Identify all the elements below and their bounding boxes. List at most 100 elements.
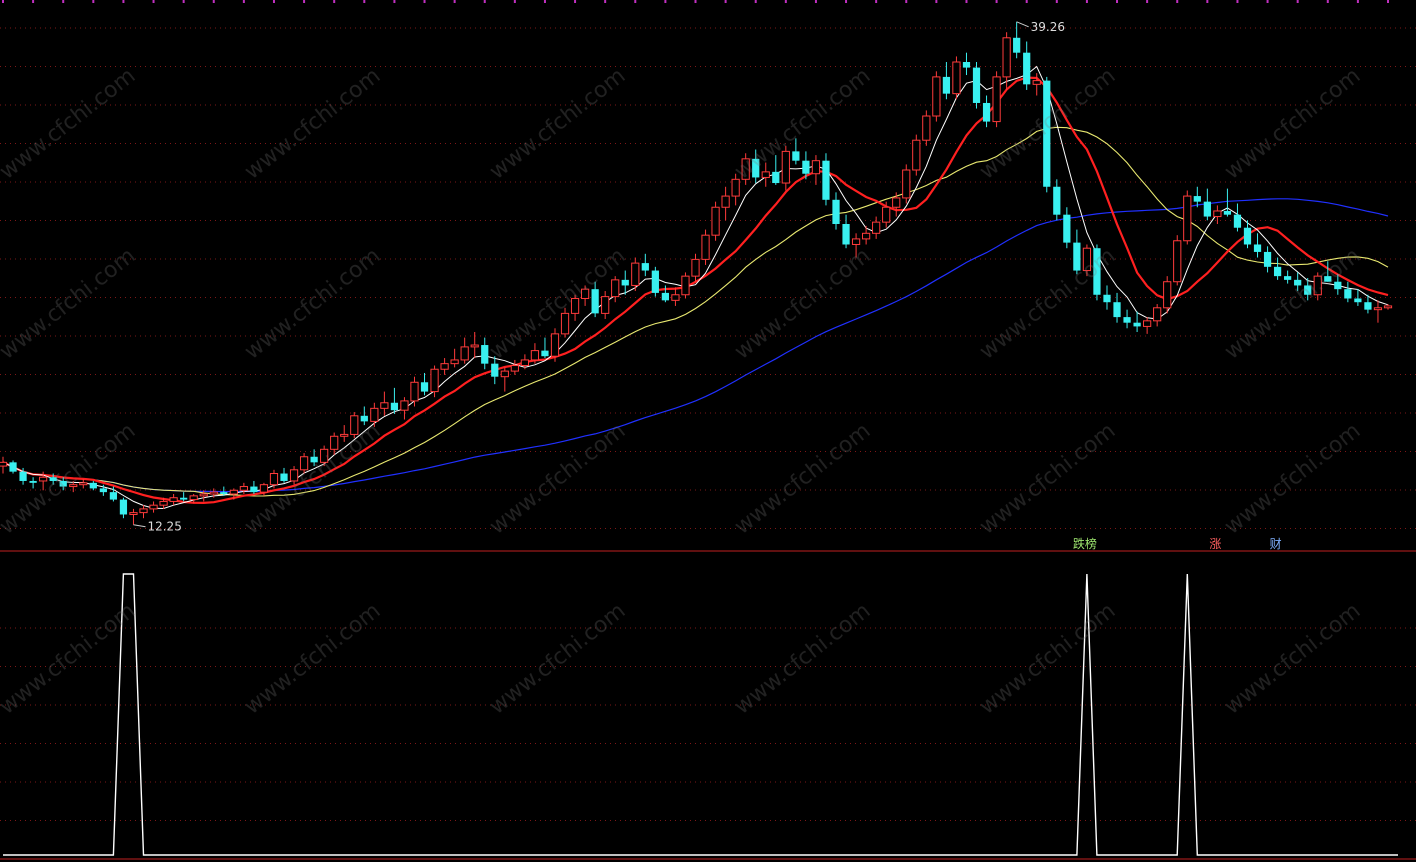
candle	[721, 186, 730, 221]
candle-body	[1143, 320, 1152, 327]
candle	[832, 192, 840, 230]
candle-body	[420, 382, 429, 392]
candle	[491, 356, 499, 385]
candle	[370, 402, 379, 427]
candle	[580, 285, 590, 306]
candle	[560, 307, 570, 338]
candle-body	[671, 294, 680, 301]
candle-body	[1223, 210, 1232, 215]
candle-body	[289, 469, 299, 482]
candle	[1073, 229, 1081, 275]
candle-body	[601, 296, 610, 314]
candle	[1294, 272, 1302, 292]
candle	[972, 62, 981, 109]
candle	[792, 138, 800, 165]
candle-body	[1063, 214, 1071, 243]
candle	[1023, 41, 1031, 90]
candle	[842, 214, 850, 249]
grid-lines	[0, 0, 1416, 860]
signal-label: 涨	[1209, 536, 1221, 551]
candle-body	[661, 292, 670, 301]
candle	[1002, 32, 1011, 90]
candle-body	[1103, 294, 1111, 303]
candle-body	[560, 312, 570, 335]
candle	[79, 479, 88, 489]
high-pointer	[1016, 21, 1029, 28]
candle	[862, 225, 871, 245]
candle	[741, 153, 750, 185]
candle-body	[721, 195, 730, 208]
candle-body	[390, 402, 399, 411]
high-price-label: 39.26	[1031, 20, 1065, 34]
candle-body	[1253, 244, 1262, 252]
candle-body	[189, 495, 198, 501]
candle	[129, 508, 138, 525]
candle-body	[591, 289, 599, 314]
candle-body	[229, 489, 238, 495]
candle-body	[1002, 37, 1011, 78]
candle-body	[811, 160, 821, 175]
candle	[310, 449, 318, 467]
candle-body	[89, 482, 97, 489]
candle-body	[1123, 317, 1131, 323]
candle-body	[641, 263, 649, 271]
candle	[1344, 281, 1352, 303]
candle-body	[209, 491, 218, 495]
candle-body	[139, 508, 148, 514]
candle-body	[299, 456, 309, 471]
candle	[0, 456, 8, 474]
candle-body	[1284, 276, 1292, 280]
candle-body	[69, 484, 78, 488]
candle	[761, 162, 770, 187]
candle-body	[269, 473, 279, 486]
signal-indicator-panel: 跌榜 涨 财	[3, 536, 1398, 856]
candle-body	[792, 151, 800, 161]
candle	[350, 412, 359, 439]
candle	[601, 291, 610, 319]
candle	[711, 201, 720, 241]
candle	[420, 372, 429, 396]
candle-body	[149, 504, 158, 510]
candle	[772, 155, 780, 185]
candle-body	[1023, 52, 1031, 85]
candle-body	[330, 435, 339, 450]
candle	[1123, 309, 1131, 329]
candle	[119, 497, 128, 519]
candle-body	[1032, 80, 1041, 85]
candle-body	[370, 407, 379, 422]
candle-body	[781, 150, 790, 184]
candle	[299, 453, 309, 474]
candle-body	[220, 492, 228, 494]
candle-body	[711, 206, 720, 236]
candle	[1313, 272, 1322, 301]
candle-body	[902, 169, 911, 199]
candle-body	[180, 497, 188, 500]
candle-body	[510, 365, 519, 372]
candle-body	[239, 486, 248, 491]
candle-body	[99, 488, 107, 493]
candle-body	[992, 76, 1001, 123]
candle	[992, 71, 1001, 128]
candle-body	[962, 62, 971, 68]
candle-body	[862, 232, 871, 240]
candle	[1253, 233, 1262, 258]
candle	[1203, 188, 1211, 221]
candle	[149, 501, 158, 513]
candle	[591, 281, 599, 318]
candle-body	[450, 359, 459, 365]
moving-average-lines	[2, 65, 1389, 510]
ma10-line	[2, 76, 1389, 505]
candle	[1113, 292, 1121, 323]
candle-body	[932, 76, 941, 117]
ma5-line	[2, 65, 1389, 510]
candle-body	[481, 345, 489, 364]
candle-body	[1133, 322, 1141, 327]
candle-body	[49, 477, 57, 481]
candle	[360, 406, 368, 426]
candle-body	[1313, 275, 1322, 296]
candle	[982, 95, 991, 128]
candle-body	[29, 480, 37, 483]
candle-body	[1243, 227, 1252, 245]
candle-body	[832, 199, 840, 224]
candle-body	[882, 206, 891, 223]
